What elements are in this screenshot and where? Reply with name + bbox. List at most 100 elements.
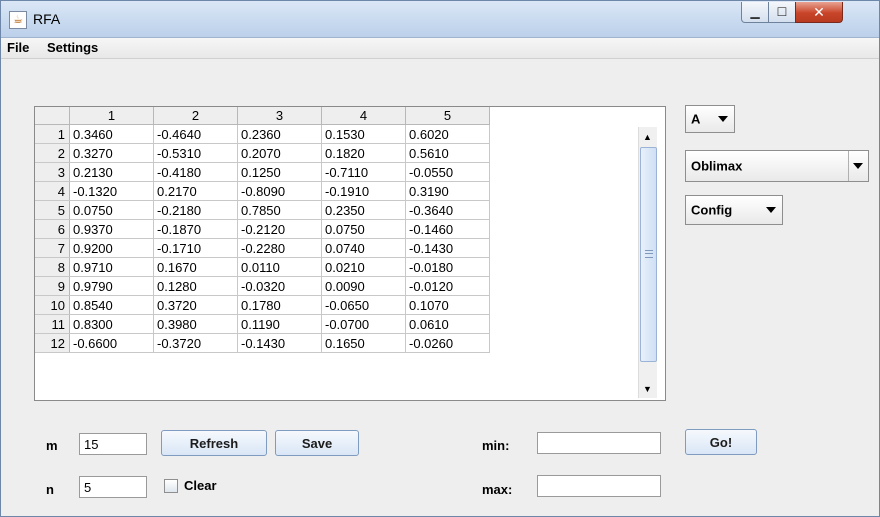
n-field[interactable] [79,476,147,498]
table-cell[interactable]: 0.0110 [237,257,322,277]
row-header[interactable]: 6 [35,219,70,239]
column-header[interactable]: 2 [153,107,238,125]
close-button[interactable]: ✕ [795,2,843,23]
table-row[interactable]: 8 0.9710 0.1670 0.0110 0.0210 -0.0180 [35,257,490,277]
table-cell[interactable]: 0.0210 [321,257,406,277]
table-cell[interactable]: 0.3270 [69,143,154,163]
table-cell[interactable]: -0.3640 [405,200,490,220]
row-header[interactable]: 1 [35,124,70,144]
table-cell[interactable]: -0.0650 [321,295,406,315]
table-cell[interactable]: 0.5610 [405,143,490,163]
table-cell[interactable]: 0.9790 [69,276,154,296]
row-header[interactable]: 4 [35,181,70,201]
table-cell[interactable]: 0.2130 [69,162,154,182]
table-cell[interactable]: 0.1280 [153,276,238,296]
table-cell[interactable]: -0.2180 [153,200,238,220]
table-cell[interactable]: 0.8300 [69,314,154,334]
table-cell[interactable]: -0.0320 [237,276,322,296]
table-cell[interactable]: 0.9200 [69,238,154,258]
vertical-scrollbar[interactable]: ▲ ▼ [638,127,657,398]
table-cell[interactable]: 0.1070 [405,295,490,315]
config-select[interactable]: Config [685,195,783,225]
table-cell[interactable]: 0.8540 [69,295,154,315]
table-cell[interactable]: -0.5310 [153,143,238,163]
table-cell[interactable]: 0.1820 [321,143,406,163]
table-cell[interactable]: -0.1320 [69,181,154,201]
table-cell[interactable]: -0.0700 [321,314,406,334]
table-row[interactable]: 6 0.9370 -0.1870 -0.2120 0.0750 -0.1460 [35,219,490,239]
table-cell[interactable]: 0.2360 [237,124,322,144]
column-header[interactable]: 1 [69,107,154,125]
row-header[interactable]: 10 [35,295,70,315]
table-cell[interactable]: 0.9710 [69,257,154,277]
menu-file[interactable]: File [7,40,29,55]
table-cell[interactable]: 0.1530 [321,124,406,144]
table-row[interactable]: 7 0.9200 -0.1710 -0.2280 0.0740 -0.1430 [35,238,490,258]
table-cell[interactable]: 0.1780 [237,295,322,315]
table-cell[interactable]: 0.1670 [153,257,238,277]
row-header[interactable]: 7 [35,238,70,258]
table-cell[interactable]: 0.2170 [153,181,238,201]
table-cell[interactable]: -0.4640 [153,124,238,144]
table-cell[interactable]: -0.1910 [321,181,406,201]
table-cell[interactable]: -0.1460 [405,219,490,239]
table-cell[interactable]: 0.6020 [405,124,490,144]
column-header[interactable]: 5 [405,107,490,125]
table-row[interactable]: 1 0.3460 -0.4640 0.2360 0.1530 0.6020 [35,124,490,144]
row-header[interactable]: 11 [35,314,70,334]
table-cell[interactable]: -0.3720 [153,333,238,353]
method-select[interactable]: Oblimax [685,150,869,182]
table-row[interactable]: 11 0.8300 0.3980 0.1190 -0.0700 0.0610 [35,314,490,334]
table-cell[interactable]: 0.1250 [237,162,322,182]
maximize-button[interactable]: ☐ [768,2,796,23]
table-cell[interactable]: -0.1430 [405,238,490,258]
table-cell[interactable]: 0.2070 [237,143,322,163]
min-field[interactable] [537,432,661,454]
table-cell[interactable]: 0.3460 [69,124,154,144]
table-row[interactable]: 3 0.2130 -0.4180 0.1250 -0.7110 -0.0550 [35,162,490,182]
table-cell[interactable]: -0.6600 [69,333,154,353]
row-header[interactable]: 9 [35,276,70,296]
row-header[interactable]: 5 [35,200,70,220]
table-row[interactable]: 4 -0.1320 0.2170 -0.8090 -0.1910 0.3190 [35,181,490,201]
row-header[interactable]: 12 [35,333,70,353]
table-row[interactable]: 12 -0.6600 -0.3720 -0.1430 0.1650 -0.0260 [35,333,490,353]
table-cell[interactable]: 0.2350 [321,200,406,220]
table-row[interactable]: 2 0.3270 -0.5310 0.2070 0.1820 0.5610 [35,143,490,163]
table-row[interactable]: 5 0.0750 -0.2180 0.7850 0.2350 -0.3640 [35,200,490,220]
column-header[interactable]: 3 [237,107,322,125]
table-cell[interactable]: 0.0090 [321,276,406,296]
table-cell[interactable]: 0.3190 [405,181,490,201]
row-header[interactable]: 2 [35,143,70,163]
minimize-button[interactable]: ▁ [741,2,769,23]
table-cell[interactable]: -0.1710 [153,238,238,258]
table-cell[interactable]: -0.4180 [153,162,238,182]
table-row[interactable]: 9 0.9790 0.1280 -0.0320 0.0090 -0.0120 [35,276,490,296]
row-header[interactable]: 3 [35,162,70,182]
table-cell[interactable]: -0.8090 [237,181,322,201]
table-cell[interactable]: 0.0610 [405,314,490,334]
table-cell[interactable]: 0.3720 [153,295,238,315]
table-cell[interactable]: 0.1650 [321,333,406,353]
table-cell[interactable]: -0.2120 [237,219,322,239]
clear-checkbox[interactable] [164,479,178,493]
table-cell[interactable]: 0.9370 [69,219,154,239]
go-button[interactable]: Go! [685,429,757,455]
table-cell[interactable]: 0.0750 [69,200,154,220]
table-cell[interactable]: -0.0180 [405,257,490,277]
table-cell[interactable]: -0.1430 [237,333,322,353]
table-cell[interactable]: -0.7110 [321,162,406,182]
menu-settings[interactable]: Settings [47,40,98,55]
scroll-up-icon[interactable]: ▲ [639,129,656,145]
scroll-thumb[interactable] [640,147,657,362]
title-bar[interactable]: ☕ RFA ▁ ☐ ✕ [1,1,879,38]
table-cell[interactable]: 0.1190 [237,314,322,334]
table-cell[interactable]: 0.0750 [321,219,406,239]
table-row[interactable]: 10 0.8540 0.3720 0.1780 -0.0650 0.1070 [35,295,490,315]
a-select[interactable]: A [685,105,735,133]
save-button[interactable]: Save [275,430,359,456]
table-cell[interactable]: 0.0740 [321,238,406,258]
column-header[interactable]: 4 [321,107,406,125]
refresh-button[interactable]: Refresh [161,430,267,456]
table-cell[interactable]: 0.7850 [237,200,322,220]
